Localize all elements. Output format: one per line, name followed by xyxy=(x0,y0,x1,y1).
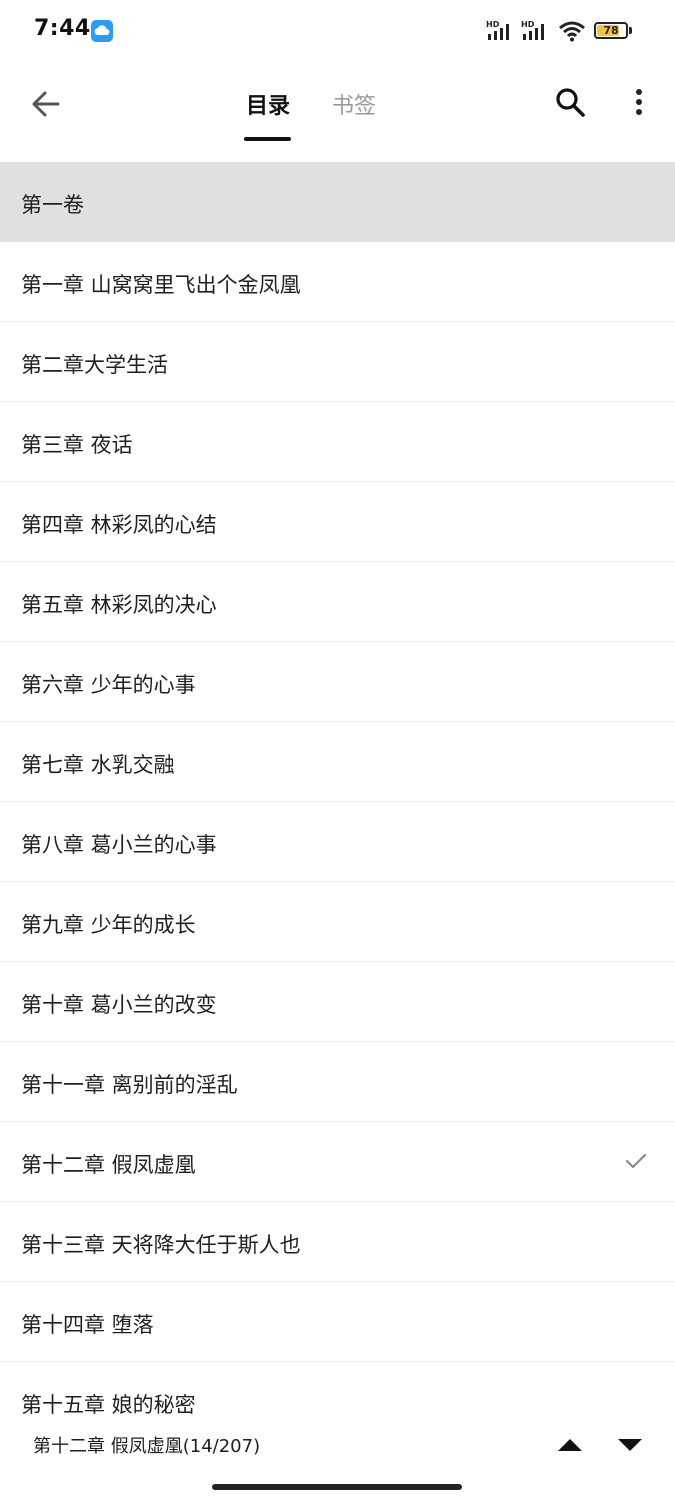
chapter-row[interactable]: 第三章 夜话 xyxy=(0,402,675,482)
chapter-row[interactable]: 第二章大学生活 xyxy=(0,322,675,402)
active-tab-indicator xyxy=(244,137,291,141)
chapter-title: 第五章 林彩凤的决心 xyxy=(21,593,217,617)
chapter-row[interactable]: 第四章 林彩凤的心结 xyxy=(0,482,675,562)
battery-icon: 78 xyxy=(594,22,628,39)
chapter-title: 第十四章 堕落 xyxy=(21,1313,154,1337)
wifi-icon xyxy=(558,20,586,46)
chapter-title: 第十一章 离别前的淫乱 xyxy=(21,1073,238,1097)
chapter-title: 第六章 少年的心事 xyxy=(21,673,196,697)
chapter-title: 第十三章 天将降大任于斯人也 xyxy=(21,1233,301,1257)
chapter-title: 第七章 水乳交融 xyxy=(21,753,175,777)
tab-toc[interactable]: 目录 xyxy=(246,88,290,120)
checkmark-icon xyxy=(625,1153,647,1169)
chapter-row[interactable]: 第六章 少年的心事 xyxy=(0,642,675,722)
cellular-signal-icon: HD xyxy=(486,20,516,42)
chapter-title: 第九章 少年的成长 xyxy=(21,913,196,937)
home-indicator[interactable] xyxy=(212,1484,462,1490)
chapter-row[interactable]: 第十二章 假凤虚凰 xyxy=(0,1122,675,1202)
chapter-row[interactable]: 第一章 山窝窝里飞出个金凤凰 xyxy=(0,242,675,322)
bottom-bar: 第十二章 假凤虚凰(14/207) xyxy=(0,1415,675,1500)
more-vert-icon-dot xyxy=(636,109,642,115)
volume-header[interactable]: 第一卷 xyxy=(0,162,675,242)
scroll-down-button[interactable] xyxy=(615,1435,645,1455)
chapter-row[interactable]: 第十章 葛小兰的改变 xyxy=(0,962,675,1042)
current-chapter-indicator: 第十二章 假凤虚凰(14/207) xyxy=(33,1436,261,1457)
more-options-button[interactable] xyxy=(627,86,651,122)
tab-bookmarks[interactable]: 书签 xyxy=(332,88,376,120)
chapter-title: 第二章大学生活 xyxy=(21,353,168,377)
status-time: 7:44 xyxy=(34,16,91,41)
chapter-title: 第四章 林彩凤的心结 xyxy=(21,513,217,537)
chapter-title: 第十章 葛小兰的改变 xyxy=(21,993,217,1017)
battery-tip xyxy=(629,27,632,34)
chapter-title: 第三章 夜话 xyxy=(21,433,133,457)
chapter-row[interactable]: 第五章 林彩凤的决心 xyxy=(0,562,675,642)
cloud-app-icon xyxy=(91,20,113,42)
back-button[interactable] xyxy=(26,84,66,124)
triangle-up-icon xyxy=(558,1439,582,1451)
chapter-title: 第八章 葛小兰的心事 xyxy=(21,833,217,857)
more-vert-icon-dot xyxy=(636,99,642,105)
scroll-up-button[interactable] xyxy=(555,1435,585,1455)
chapter-row[interactable]: 第七章 水乳交融 xyxy=(0,722,675,802)
chapter-title: 第一章 山窝窝里飞出个金凤凰 xyxy=(21,273,301,297)
header: 目录 书签 xyxy=(0,62,675,162)
chapter-title: 第十二章 假凤虚凰 xyxy=(21,1153,196,1177)
back-arrow-icon xyxy=(32,91,60,117)
volume-label: 第一卷 xyxy=(21,193,84,217)
battery-level: 78 xyxy=(603,24,619,37)
search-button[interactable] xyxy=(552,84,588,120)
more-vert-icon-dot xyxy=(636,89,642,95)
status-bar: 7:44 HD HD 78 xyxy=(0,0,675,62)
toc-list: 第一卷 第一章 山窝窝里飞出个金凤凰 第二章大学生活 第三章 夜话第四章 林彩凤的心… xyxy=(0,162,675,1442)
search-icon xyxy=(556,88,585,117)
chapter-row[interactable]: 第八章 葛小兰的心事 xyxy=(0,802,675,882)
triangle-down-icon xyxy=(618,1439,642,1451)
chapter-row[interactable]: 第九章 少年的成长 xyxy=(0,882,675,962)
chapter-row[interactable]: 第十三章 天将降大任于斯人也 xyxy=(0,1202,675,1282)
chapter-row[interactable]: 第十四章 堕落 xyxy=(0,1282,675,1362)
cellular-signal-2-icon: HD xyxy=(521,20,551,42)
chapter-row[interactable]: 第十一章 离别前的淫乱 xyxy=(0,1042,675,1122)
